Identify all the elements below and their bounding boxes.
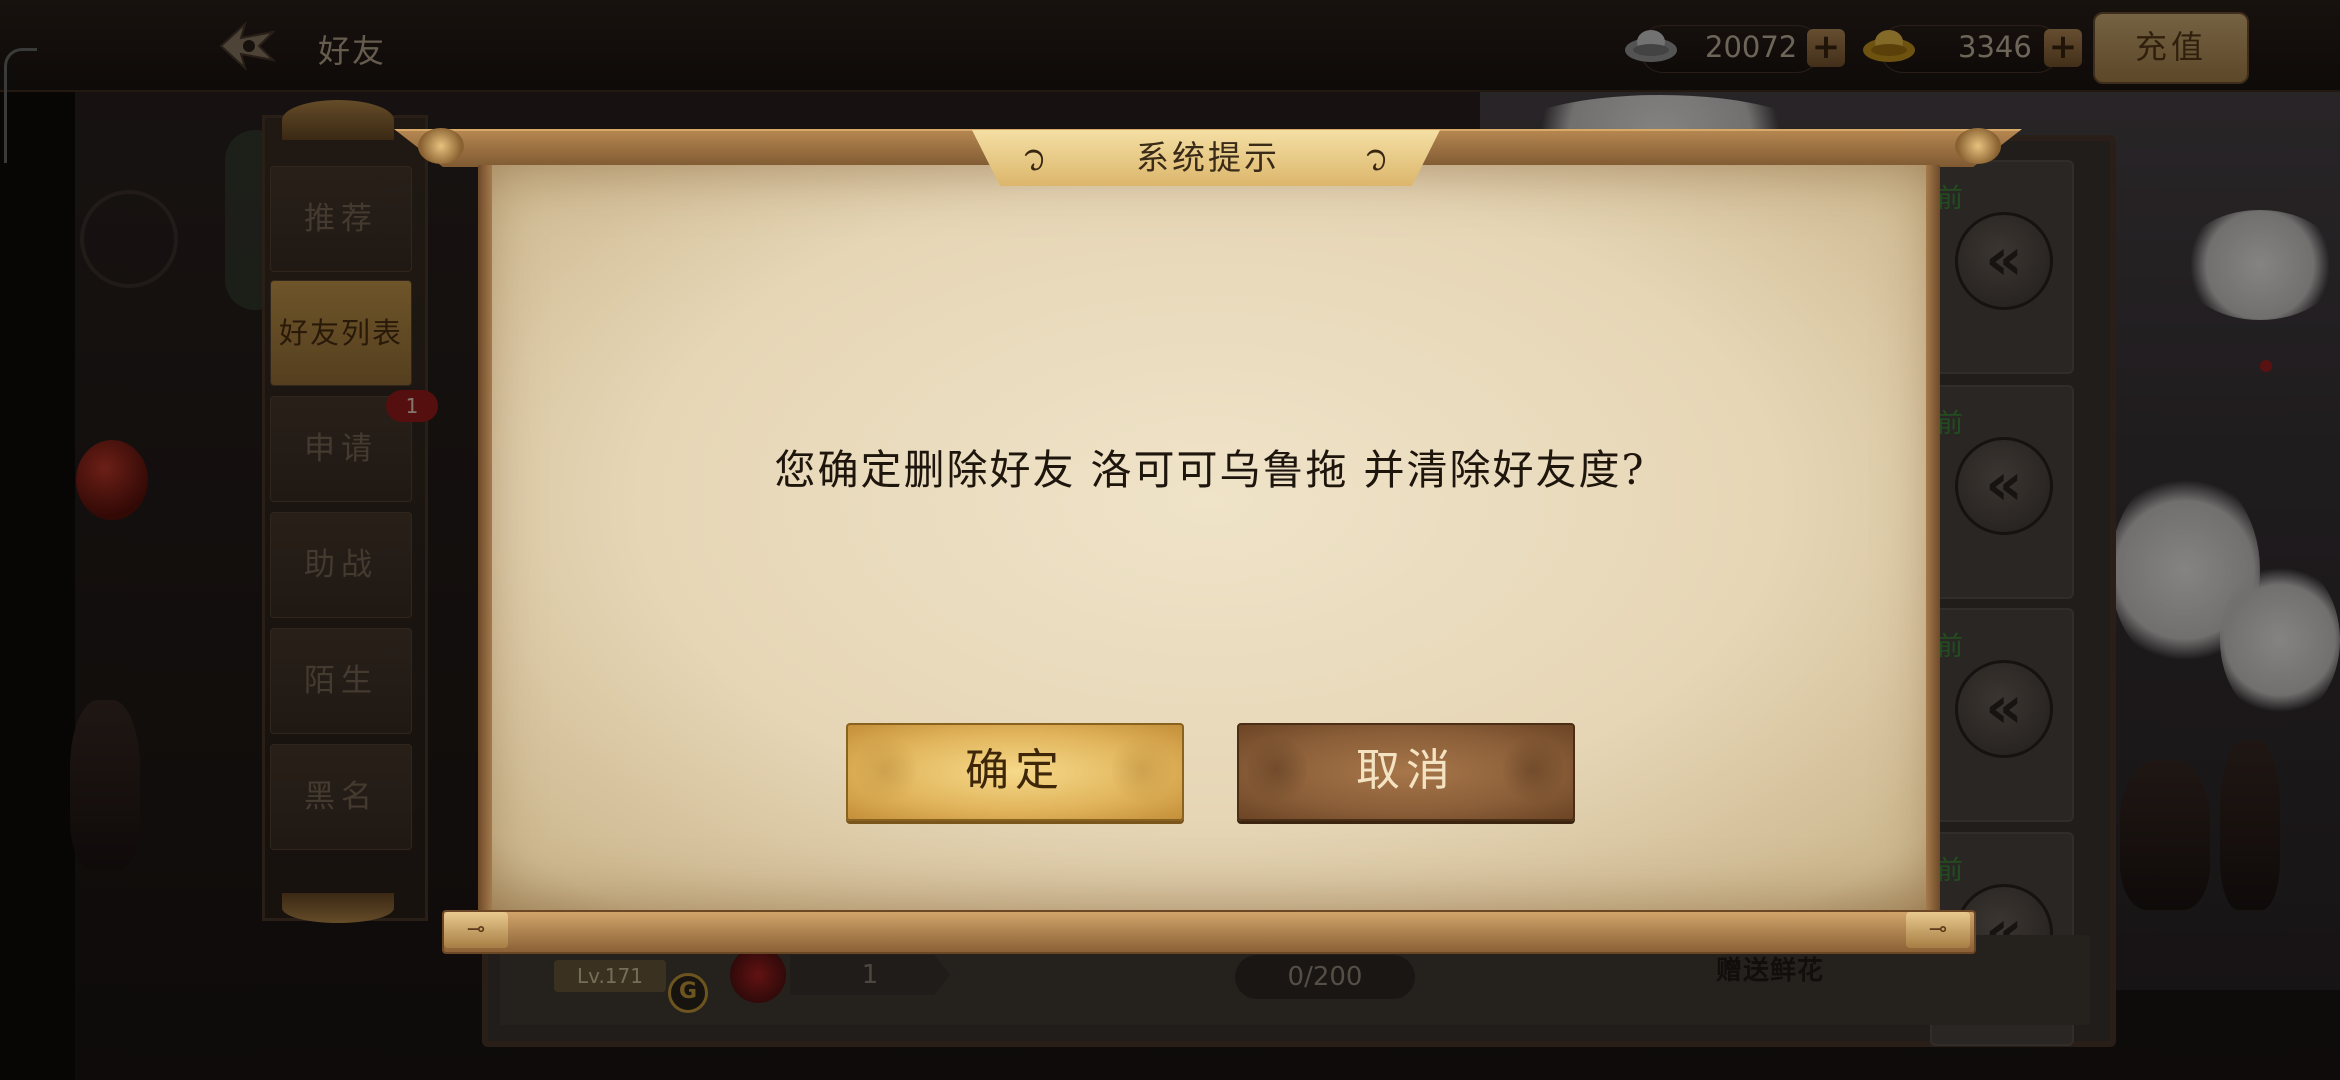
dialog-corner-ornament <box>1955 128 2001 164</box>
rod-end-right-icon: ⊸ <box>1906 912 1970 948</box>
button-ornament <box>1112 733 1172 807</box>
button-ornament <box>1503 733 1563 807</box>
button-ornament <box>856 733 916 807</box>
dialog-scroll-edge <box>1926 165 1940 910</box>
dialog-scroll-edge <box>478 165 492 910</box>
rod-end-left-icon: ⊸ <box>444 912 508 948</box>
dialog-bottom-rod <box>442 910 1976 954</box>
dialog-message: 您确定删除好友 洛可可乌鲁拖 并清除好友度? <box>774 446 1646 494</box>
dialog-title: 系统提示 <box>1136 138 1280 177</box>
dialog-corner-ornament <box>418 128 464 164</box>
button-ornament <box>1247 733 1307 807</box>
dialog-paper <box>478 165 1940 910</box>
